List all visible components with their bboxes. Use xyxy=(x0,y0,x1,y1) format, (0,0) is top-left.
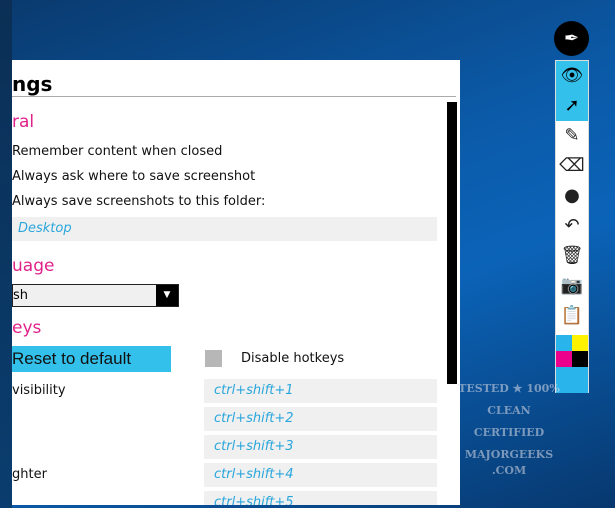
majorgeeks-watermark: TESTED ★ 100% CLEAN CERTIFIED MAJORGEEKS… xyxy=(440,378,578,476)
divider xyxy=(12,96,456,97)
watermark-text: .COM xyxy=(491,464,527,477)
color-yellow[interactable] xyxy=(572,335,588,351)
disable-hotkeys-checkbox[interactable] xyxy=(205,350,222,367)
eye-icon[interactable]: 👁 xyxy=(556,61,588,91)
undo-icon[interactable]: ↶ xyxy=(556,211,588,241)
trash-icon[interactable]: 🗑 xyxy=(556,241,588,271)
color-magenta[interactable] xyxy=(556,351,572,367)
hotkey-field[interactable]: ctrl+shift+5 xyxy=(204,491,437,505)
settings-panel: ngs ral Remember content when closed Alw… xyxy=(12,60,460,505)
highlighter-icon[interactable]: ✎ xyxy=(556,121,588,151)
hotkey-label: ghter xyxy=(12,467,47,482)
watermark-text: CERTIFIED xyxy=(473,426,545,439)
hotkey-field[interactable]: ctrl+shift+3 xyxy=(204,435,437,459)
section-language: uage xyxy=(12,256,55,276)
option-ask-save[interactable]: Always ask where to save screenshot xyxy=(12,169,255,184)
hotkey-field[interactable]: ctrl+shift+2 xyxy=(204,407,437,431)
scrollbar[interactable] xyxy=(447,102,457,384)
color-cyan[interactable] xyxy=(556,335,572,351)
option-save-folder[interactable]: Always save screenshots to this folder: xyxy=(12,194,265,209)
desktop-edge xyxy=(0,0,12,508)
section-hotkeys: eys xyxy=(12,318,42,338)
folder-field[interactable]: Desktop xyxy=(12,217,437,241)
dot-icon[interactable]: ● xyxy=(556,181,588,211)
disable-hotkeys-label: Disable hotkeys xyxy=(241,351,345,366)
reset-to-default-button[interactable]: Reset to default xyxy=(12,346,171,372)
page-title: ngs xyxy=(12,72,53,96)
language-value: sh xyxy=(13,288,29,303)
color-black[interactable] xyxy=(572,351,588,367)
chevron-down-icon[interactable]: ▼ xyxy=(156,285,178,306)
hotkey-label: visibility xyxy=(12,383,66,398)
option-remember-content[interactable]: Remember content when closed xyxy=(12,144,222,159)
hotkey-field[interactable]: ctrl+shift+1 xyxy=(204,379,437,403)
watermark-text: MAJORGEEKS xyxy=(464,448,554,461)
watermark-text: TESTED ★ 100% CLEAN xyxy=(458,382,560,417)
eraser-icon[interactable]: ⌫ xyxy=(556,151,588,181)
clipboard-icon[interactable]: 📋 xyxy=(556,301,588,331)
hotkey-field[interactable]: ctrl+shift+4 xyxy=(204,463,437,487)
camera-icon[interactable]: 📷 xyxy=(556,271,588,301)
pen-nib-logo-icon[interactable]: ✒ xyxy=(554,21,589,56)
section-general: ral xyxy=(12,112,35,132)
drawing-toolbar: 👁 ➚ ✎ ⌫ ● ↶ 🗑 📷 📋 xyxy=(555,60,589,393)
pointer-icon[interactable]: ➚ xyxy=(556,91,588,121)
language-select[interactable]: sh ▼ xyxy=(12,284,179,307)
